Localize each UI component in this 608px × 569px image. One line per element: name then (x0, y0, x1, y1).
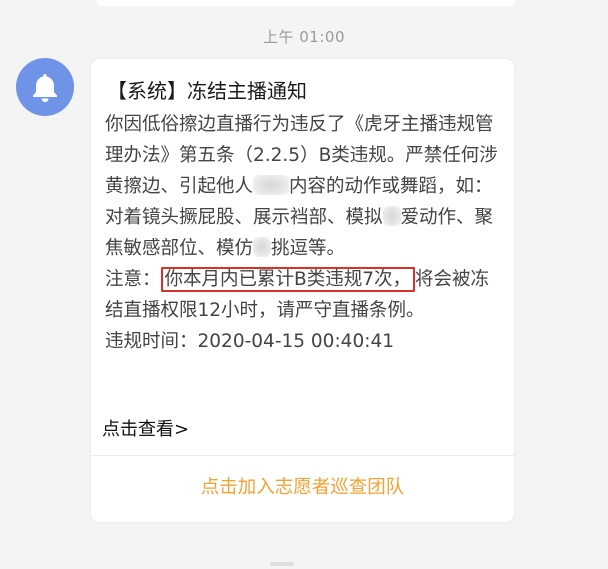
next-item-edge (270, 562, 294, 566)
notification-card: 【系统】冻结主播通知 你因低俗擦边直播行为违反了《虎牙主播违规管理办法》第五条（… (91, 59, 514, 522)
notification-title: 【系统】冻结主播通知 (107, 79, 307, 103)
violation-time-label: 违规时间： (105, 331, 198, 352)
description-text-4: 挑逗等。 (271, 238, 346, 259)
system-avatar (16, 58, 74, 116)
notification-body: 你因低俗擦边直播行为违反了《虎牙主播违规管理办法》第五条（2.2.5）B类违规。… (105, 109, 503, 357)
redacted-text (253, 237, 272, 257)
previous-card-edge (96, 0, 516, 6)
violation-description: 你因低俗擦边直播行为违反了《虎牙主播违规管理办法》第五条（2.2.5）B类违规。… (105, 109, 503, 264)
join-volunteer-team-link[interactable]: 点击加入志愿者巡查团队 (91, 473, 514, 499)
card-divider (91, 455, 514, 456)
redacted-text (253, 175, 290, 195)
view-details-link[interactable]: 点击查看> (102, 415, 189, 441)
redacted-text (382, 206, 401, 226)
violation-time: 违规时间：2020-04-15 00:40:41 (105, 326, 503, 357)
violation-count-highlight: 你本月内已累计B类违规7次， (160, 267, 415, 292)
violation-time-value: 2020-04-15 00:40:41 (197, 331, 394, 352)
message-timestamp: 上午 01:00 (263, 28, 345, 46)
notice-label: 注意： (105, 269, 161, 290)
notice-paragraph: 注意： 你本月内已累计B类违规7次， 将会被冻结直播权限12小时，请严守直播条例。 (105, 264, 503, 326)
bell-icon (33, 74, 57, 102)
